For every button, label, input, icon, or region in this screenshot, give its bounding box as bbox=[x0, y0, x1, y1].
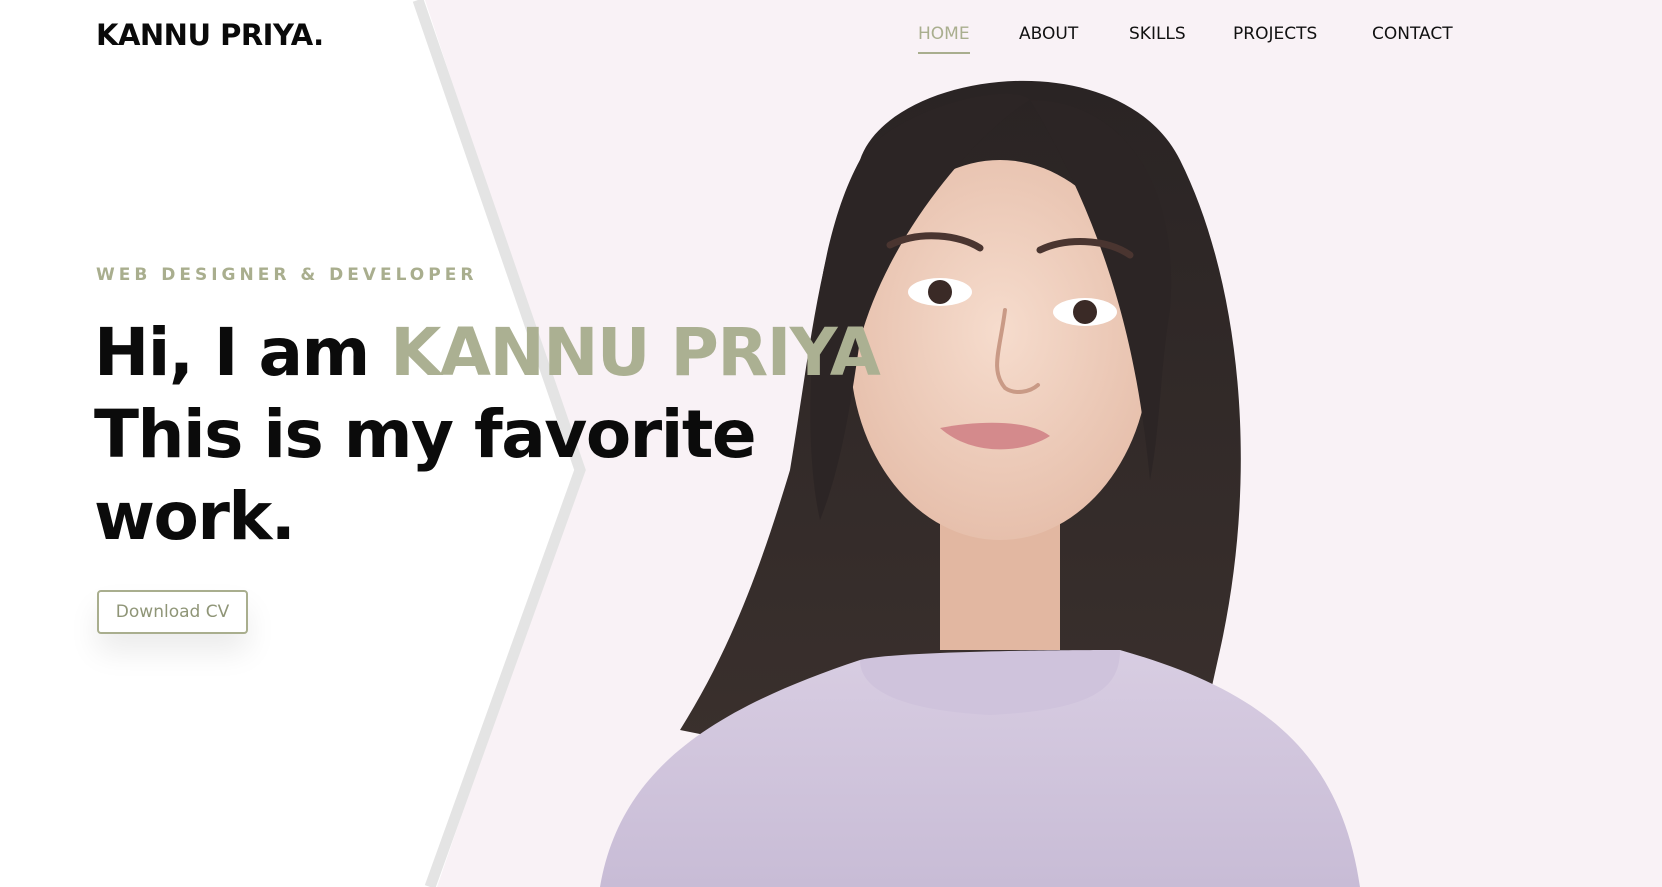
nav-about-link[interactable]: ABOUT bbox=[1019, 24, 1078, 52]
headline-greeting: Hi, I am bbox=[94, 314, 391, 391]
site-logo[interactable]: KANNU PRIYA. bbox=[96, 18, 324, 52]
nav-skills-link[interactable]: SKILLS bbox=[1129, 24, 1186, 52]
headline-line-2: This is my favorite bbox=[94, 396, 757, 473]
download-cv-button[interactable]: Download CV bbox=[97, 590, 248, 634]
nav-projects-link[interactable]: PROJECTS bbox=[1233, 24, 1317, 52]
nav-home-link[interactable]: HOME bbox=[918, 24, 970, 54]
headline-name: KANNU PRIYA bbox=[390, 314, 881, 391]
hero-headline: Hi, I am KANNU PRIYA This is my favorite… bbox=[94, 312, 954, 558]
hero-page: KANNU PRIYA. HOME ABOUT SKILLS PROJECTS … bbox=[0, 0, 1662, 887]
hero-role-tagline: WEB DESIGNER & DEVELOPER bbox=[96, 265, 478, 285]
headline-line-3: work. bbox=[94, 478, 296, 555]
nav-contact-link[interactable]: CONTACT bbox=[1372, 24, 1453, 52]
